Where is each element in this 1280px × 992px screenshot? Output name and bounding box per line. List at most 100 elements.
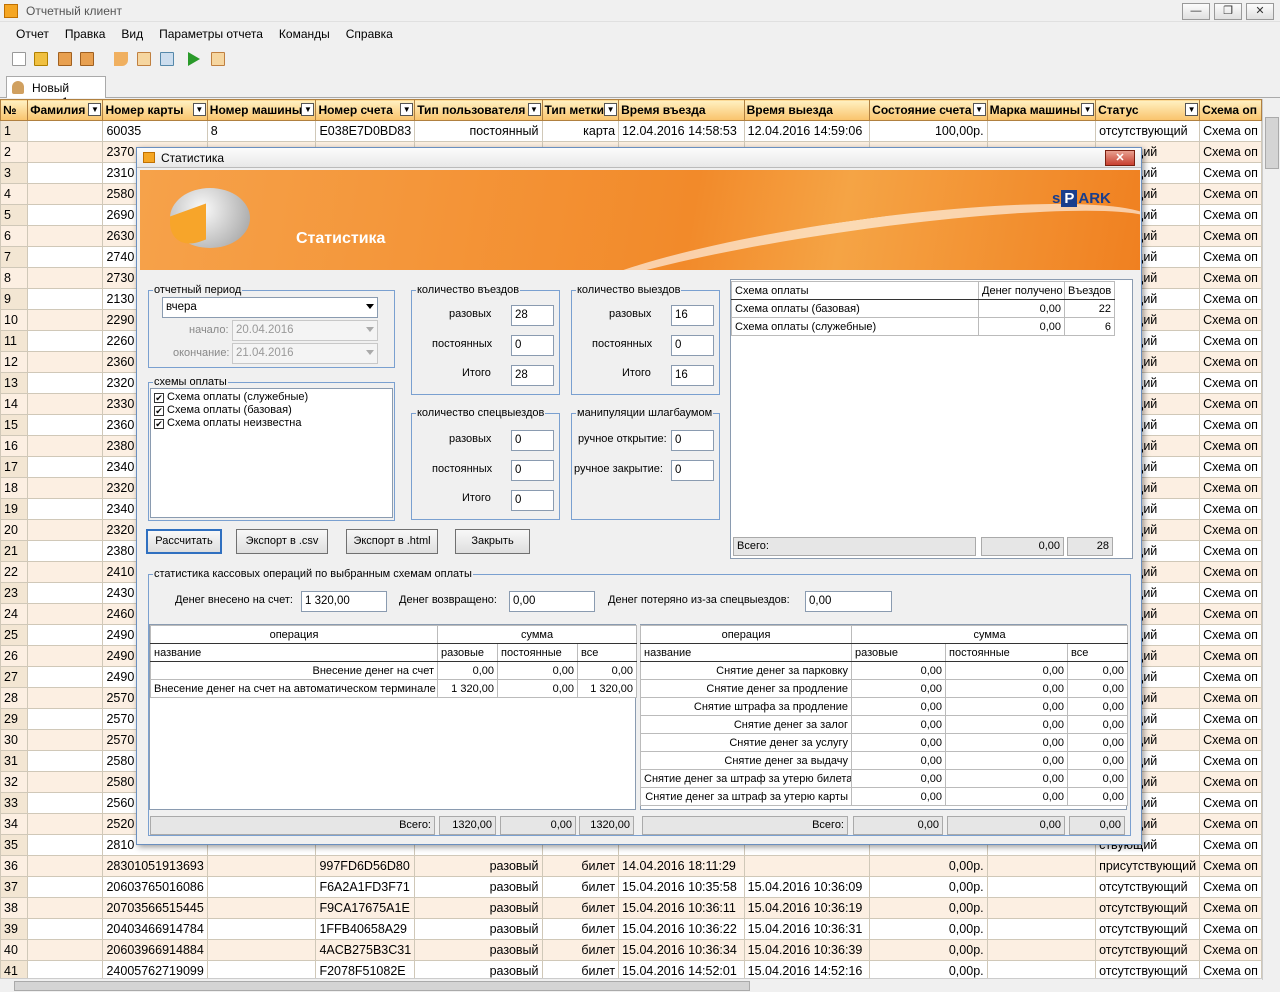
export-html-button[interactable]: Экспорт в .html xyxy=(346,529,438,554)
column-header[interactable]: Марка машины ▼ xyxy=(986,99,1097,121)
table-row[interactable]: Схема оплаты (служебные) 0,00 6 xyxy=(731,317,1115,336)
column-header[interactable]: название xyxy=(640,643,852,662)
table-row[interactable]: 36 28301051913693 997FD6D56D80 разовый билет… xyxy=(0,855,1262,877)
filter-dropdown-icon[interactable]: ▼ xyxy=(1081,103,1095,116)
report-settings-icon[interactable] xyxy=(137,52,151,66)
sort-icon[interactable] xyxy=(160,52,174,66)
horizontal-scrollbar[interactable] xyxy=(0,978,1262,992)
exits-regular-field[interactable]: 0 xyxy=(671,335,714,356)
column-header[interactable]: Номер машины ▼ xyxy=(206,99,317,121)
calculate-button[interactable]: Рассчитать xyxy=(146,529,222,554)
column-header[interactable]: постоянные xyxy=(497,643,578,662)
filter-dropdown-icon[interactable]: ▼ xyxy=(604,103,618,116)
filter-dropdown-icon[interactable]: ▼ xyxy=(88,103,102,116)
tab-new-report[interactable]: Новый отчет1 xyxy=(6,76,106,109)
statistics-icon[interactable] xyxy=(211,52,225,66)
table-cell: Схема оп xyxy=(1199,120,1262,142)
column-header[interactable]: Тип метки ▼ xyxy=(541,99,620,121)
new-icon[interactable] xyxy=(12,52,26,66)
minimize-button[interactable]: ― xyxy=(1182,3,1210,20)
table-row[interactable]: 38 20703566515445 F9CA17675A1E разовый билет… xyxy=(0,897,1262,919)
filter-dropdown-icon[interactable]: ▼ xyxy=(301,103,315,116)
column-header[interactable]: Время выезда xyxy=(743,99,871,121)
column-header[interactable]: разовые xyxy=(851,643,946,662)
table-row[interactable]: Снятие денег за выдачу 0,00 0,00 0,00 xyxy=(640,751,1129,770)
restore-button[interactable]: ❐ xyxy=(1214,3,1242,20)
table-row[interactable]: Снятие денег за штраф за утерю карты 0,00… xyxy=(640,787,1129,806)
menu-report-params[interactable]: Параметры отчета xyxy=(151,24,271,44)
open-icon[interactable] xyxy=(34,52,48,66)
menu-view[interactable]: Вид xyxy=(113,24,151,44)
table-row[interactable]: Внесение денег на счет на автоматическом… xyxy=(150,679,638,698)
menu-commands[interactable]: Команды xyxy=(271,24,338,44)
manual-open-field[interactable]: 0 xyxy=(671,430,714,451)
table-row[interactable]: Снятие денег за продление 0,00 0,00 0,00 xyxy=(640,679,1129,698)
save-as-icon[interactable] xyxy=(80,52,94,66)
dialog-close-button[interactable]: ✕ xyxy=(1105,150,1135,166)
table-row[interactable]: 39 20403466914784 1FFB40658A29 разовый билет… xyxy=(0,918,1262,940)
column-header[interactable]: разовые xyxy=(437,643,498,662)
vertical-scroll-thumb[interactable] xyxy=(1265,117,1279,169)
returned-field[interactable]: 0,00 xyxy=(509,591,595,612)
table-row[interactable]: Внесение денег на счет 0,00 0,00 0,00 xyxy=(150,661,638,680)
column-header[interactable]: Схема оплаты xyxy=(731,281,979,300)
column-header[interactable]: Въездов xyxy=(1064,281,1115,300)
filter-icon[interactable] xyxy=(114,52,128,66)
table-row[interactable]: Снятие денег за парковку 0,00 0,00 0,00 xyxy=(640,661,1129,680)
entries-total-field[interactable]: 28 xyxy=(511,365,554,386)
special-regular-field[interactable]: 0 xyxy=(511,460,554,481)
column-header[interactable]: все xyxy=(1066,643,1129,662)
filter-dropdown-icon[interactable]: ▼ xyxy=(527,103,541,116)
close-window-button[interactable]: ✕ xyxy=(1246,3,1274,20)
lost-field[interactable]: 0,00 xyxy=(805,591,892,612)
close-button[interactable]: Закрыть xyxy=(455,529,530,554)
column-header[interactable]: Состояние счета ▼ xyxy=(869,99,988,121)
run-icon[interactable] xyxy=(188,52,200,66)
column-header[interactable]: Номер счета ▼ xyxy=(315,99,416,121)
column-header[interactable]: Схема оп xyxy=(1199,99,1262,121)
filter-dropdown-icon[interactable]: ▼ xyxy=(1185,103,1199,116)
scheme-checkbox-unknown[interactable]: ✔ Схема оплаты неизвестна xyxy=(154,417,302,429)
horizontal-scroll-thumb[interactable] xyxy=(14,981,750,991)
special-single-field[interactable]: 0 xyxy=(511,430,554,451)
column-header[interactable]: постоянные xyxy=(945,643,1068,662)
column-header[interactable]: Тип пользователя ▼ xyxy=(414,99,543,121)
exits-single-field[interactable]: 16 xyxy=(671,305,714,326)
menu-edit[interactable]: Правка xyxy=(57,24,114,44)
deposited-field[interactable]: 1 320,00 xyxy=(301,591,387,612)
exits-total-field[interactable]: 16 xyxy=(671,365,714,386)
column-header[interactable]: Денег получено xyxy=(978,281,1065,300)
table-row[interactable]: Схема оплаты (базовая) 0,00 22 xyxy=(731,299,1115,318)
manual-close-field[interactable]: 0 xyxy=(671,460,714,481)
save-icon[interactable] xyxy=(58,52,72,66)
table-row[interactable]: 37 20603765016086 F6A2A1FD3F71 разовый билет… xyxy=(0,876,1262,898)
column-header[interactable]: Номер карты ▼ xyxy=(102,99,208,121)
scheme-checkbox-service[interactable]: ✔ Схема оплаты (служебные) xyxy=(154,391,308,403)
menu-help[interactable]: Справка xyxy=(338,24,401,44)
entries-regular-field[interactable]: 0 xyxy=(511,335,554,356)
table-row[interactable]: Снятие денег за штраф за утерю билета 0,0… xyxy=(640,769,1129,788)
menu-bar: Отчет Правка Вид Параметры отчета Команды Спр… xyxy=(0,24,1280,46)
export-csv-button[interactable]: Экспорт в .csv xyxy=(236,529,328,554)
table-row[interactable]: Снятие штрафа за продление 0,00 0,00 0,00 xyxy=(640,697,1129,716)
filter-dropdown-icon[interactable]: ▼ xyxy=(400,103,414,116)
table-row[interactable]: 40 20603966914884 4ACB275B3C31 разовый билет… xyxy=(0,939,1262,961)
filter-dropdown-icon[interactable]: ▼ xyxy=(192,103,206,116)
entries-single-field[interactable]: 28 xyxy=(511,305,554,326)
column-header[interactable]: Фамилия ▼ xyxy=(27,99,104,121)
vertical-scrollbar[interactable] xyxy=(1262,99,1280,980)
special-total-field[interactable]: 0 xyxy=(511,490,554,511)
column-header[interactable]: Статус ▼ xyxy=(1095,99,1201,121)
column-header[interactable]: все xyxy=(576,643,638,662)
column-header[interactable]: название xyxy=(150,643,438,662)
filter-dropdown-icon[interactable]: ▼ xyxy=(972,103,986,116)
period-select[interactable]: вчера xyxy=(162,297,378,318)
scheme-checkbox-basic[interactable]: ✔ Схема оплаты (базовая) xyxy=(154,404,292,416)
column-header[interactable]: Время въезда xyxy=(618,99,745,121)
table-row[interactable]: 1 60035 8 E038E7D0BD83 постоянный карта 12.04.… xyxy=(0,120,1262,142)
table-row[interactable]: Снятие денег за залог 0,00 0,00 0,00 xyxy=(640,715,1129,734)
column-header[interactable]: № xyxy=(0,99,29,121)
table-row[interactable]: Снятие денег за услугу 0,00 0,00 0,00 xyxy=(640,733,1129,752)
schemes-list[interactable]: ✔ Схема оплаты (служебные) ✔ Схема оплаты … xyxy=(150,388,393,518)
menu-report[interactable]: Отчет xyxy=(8,24,57,44)
